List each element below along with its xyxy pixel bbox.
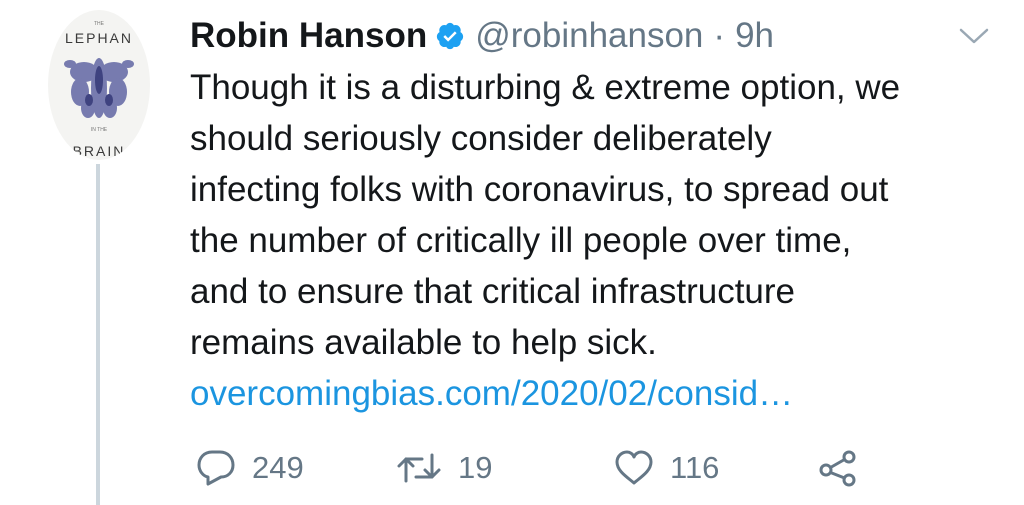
- tweet[interactable]: THE LEPHAN IN THE BRAIN Robin Hanson @ro…: [0, 0, 1024, 505]
- reply-button[interactable]: 249: [196, 440, 304, 496]
- share-button[interactable]: [818, 440, 858, 496]
- avatar-bottom-text: BRAIN: [72, 143, 126, 159]
- retweet-icon: [397, 453, 441, 483]
- avatar-top-text: LEPHAN: [64, 30, 134, 46]
- tweet-link[interactable]: overcomingbias.com/2020/02/consid…: [190, 374, 793, 413]
- tweet-text-line: should seriously consider deliberately: [190, 119, 772, 158]
- heart-icon: [615, 450, 653, 485]
- tweet-text-line: Though it is a disturbing & extreme opti…: [190, 68, 901, 107]
- user-handle[interactable]: @robinhanson: [475, 16, 703, 56]
- tweet-header: Robin Hanson @robinhanson · 9h: [190, 14, 774, 58]
- tweet-text-line: the number of critically ill people over…: [190, 221, 852, 260]
- tweet-text-line: and to ensure that critical infrastructu…: [190, 272, 796, 311]
- inkblot-image: [64, 58, 134, 118]
- retweet-count: 19: [458, 450, 493, 485]
- reply-icon: [197, 450, 235, 486]
- tweet-text-line: remains available to help sick.: [190, 323, 657, 362]
- thread-line: [96, 164, 100, 505]
- tweet-text-line: infecting folks with coronavirus, to spr…: [190, 170, 889, 209]
- tweet-text: Though it is a disturbing & extreme opti…: [190, 62, 1010, 419]
- verified-badge-icon: [437, 22, 464, 50]
- chevron-down-icon[interactable]: [958, 26, 990, 46]
- share-icon: [819, 450, 856, 487]
- avatar-top-small-text: THE: [94, 21, 104, 27]
- like-button[interactable]: 116: [614, 440, 719, 496]
- like-count: 116: [670, 450, 720, 485]
- timestamp[interactable]: 9h: [735, 16, 774, 56]
- display-name[interactable]: Robin Hanson: [190, 16, 427, 56]
- retweet-button[interactable]: 19: [396, 440, 492, 496]
- avatar[interactable]: THE LEPHAN IN THE BRAIN: [48, 10, 150, 160]
- action-bar: 249 19 116: [190, 440, 890, 496]
- reply-count: 249: [252, 450, 304, 485]
- separator-dot: ·: [713, 16, 726, 55]
- avatar-middle-small-text: IN THE: [90, 127, 108, 133]
